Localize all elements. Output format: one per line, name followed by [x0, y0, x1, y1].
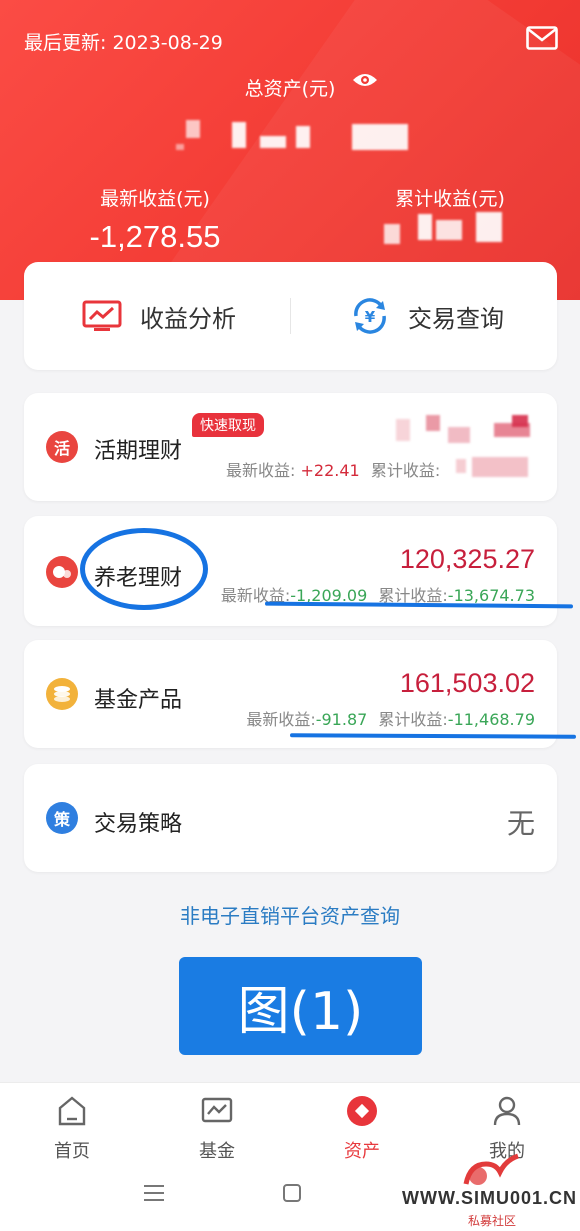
transaction-query-label: 交易查询 — [408, 304, 504, 333]
strategy-icon: 策 — [46, 802, 78, 834]
product-title: 活期理财 — [94, 439, 183, 464]
product-fund[interactable]: 基金产品 161,503.02 最新收益:-91.87 累计收益:-11,468… — [24, 640, 557, 748]
nav-home[interactable]: 首页 — [22, 1093, 122, 1163]
asset-header: 最后更新: 2023-08-29 总资产(元) 最新收益(元) -1,278.5… — [0, 0, 580, 300]
home-square-icon[interactable] — [282, 1183, 302, 1203]
person-icon — [457, 1093, 557, 1129]
latest-income-value: -1,278.55 — [89, 219, 221, 254]
product-amount: 161,503.02 — [399, 668, 535, 698]
transaction-query-button[interactable]: ¥ 交易查询 — [350, 262, 504, 370]
income-analysis-label: 收益分析 — [140, 304, 236, 333]
pension-icon — [46, 556, 78, 588]
last-updated: 最后更新: 2023-08-29 — [24, 32, 223, 54]
watermark-logo: WWW.SIMU001.CN 私募社区 — [398, 1150, 580, 1228]
svg-text:¥: ¥ — [365, 308, 376, 326]
watermark-cn: 私募社区 — [468, 1214, 517, 1228]
latest-income-label: 最新收益(元) — [100, 188, 210, 210]
current-wealth-icon: 活 — [46, 431, 78, 463]
menu-icon[interactable] — [143, 1183, 165, 1203]
product-current-wealth[interactable]: 活 活期理财 快速取现 最新收益: +22.41 累计收益: — [24, 393, 557, 501]
fast-withdraw-tag: 快速取现 — [192, 413, 264, 437]
total-assets-label: 总资产(元) — [244, 78, 336, 100]
latest-income-value: +22.41 — [300, 461, 360, 480]
product-title: 基金产品 — [94, 688, 183, 713]
coins-icon — [46, 678, 78, 710]
product-trading-strategy[interactable]: 策 交易策略 无 — [24, 764, 557, 872]
watermark-site: WWW.SIMU001.CN — [402, 1188, 578, 1208]
income-analysis-button[interactable]: 收益分析 — [82, 262, 236, 370]
divider — [290, 298, 291, 334]
latest-income-stat: 最新收益(元) -1,278.55 — [80, 184, 230, 255]
fund-chart-icon — [167, 1093, 267, 1129]
yen-exchange-icon: ¥ — [354, 298, 386, 334]
mail-icon[interactable] — [526, 26, 558, 50]
annotation-circle — [80, 528, 208, 610]
product-amount: 无 — [506, 808, 535, 839]
eye-icon[interactable] — [352, 70, 378, 90]
product-sub-stats: 最新收益: +22.41 累计收益: — [226, 461, 441, 480]
nav-assets[interactable]: 资产 — [312, 1093, 412, 1163]
assets-icon — [312, 1093, 412, 1129]
cumulative-income-stat: 累计收益(元) — [370, 184, 530, 211]
product-amount: 120,325.27 — [399, 544, 535, 574]
cumulative-income-label: 累计收益(元) — [395, 188, 505, 210]
chart-icon — [82, 300, 122, 331]
home-icon — [22, 1093, 122, 1129]
product-title: 交易策略 — [94, 812, 183, 837]
nav-fund[interactable]: 基金 — [167, 1093, 267, 1163]
product-sub-stats: 最新收益:-91.87 累计收益:-11,468.79 — [246, 710, 535, 729]
non-direct-assets-link[interactable]: 非电子直销平台资产查询 — [0, 900, 580, 929]
quick-actions-card: 收益分析 ¥ 交易查询 — [24, 262, 557, 370]
figure-caption-label: 图(1) — [179, 957, 422, 1055]
